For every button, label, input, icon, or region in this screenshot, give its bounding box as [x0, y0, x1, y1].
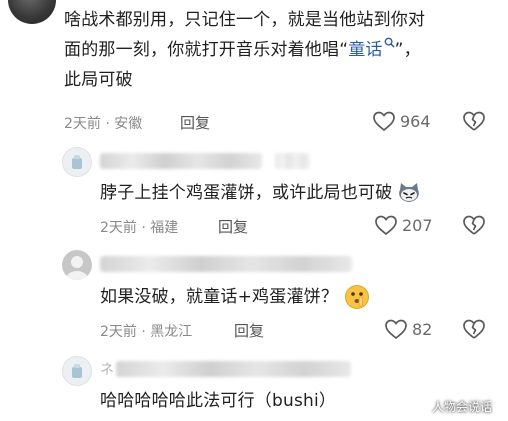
search-link-label: 童话 — [348, 40, 383, 60]
like-button[interactable]: 964 — [372, 110, 431, 132]
like-count: 964 — [400, 111, 431, 131]
like-count: 207 — [402, 215, 433, 235]
comment-line-text: ”， — [394, 40, 421, 60]
shush-emoji-icon — [345, 285, 370, 309]
heart-icon — [385, 319, 407, 340]
broken-heart-icon[interactable] — [462, 318, 486, 340]
cat-emoji-icon — [399, 183, 420, 202]
default-user-icon — [66, 256, 88, 280]
like-button[interactable]: 207 — [374, 214, 433, 236]
username-redacted — [275, 153, 310, 169]
heart-icon — [373, 111, 395, 132]
reply-button[interactable]: 回复 — [180, 112, 210, 133]
username-redacted[interactable] — [116, 361, 351, 377]
username-redacted[interactable] — [100, 256, 352, 272]
broken-heart-icon[interactable] — [462, 214, 486, 236]
comment-line: 啥战术都别用，只记住一个，就是当他站到你对 — [64, 10, 426, 30]
search-link[interactable]: 童话 — [348, 37, 395, 60]
avatar-placeholder-icon — [72, 155, 82, 169]
reply-button[interactable]: 回复 — [234, 320, 264, 341]
comment-text: 哈哈哈哈哈此法可行（bushi） — [100, 391, 337, 411]
watermark: 人物会说话 — [432, 400, 493, 414]
comment-text-content: 如果没破，就童话+鸡蛋灌饼？ — [100, 287, 339, 307]
heart-icon — [375, 215, 397, 236]
avatar[interactable] — [62, 356, 92, 386]
username-redacted[interactable] — [100, 153, 262, 169]
avatar[interactable] — [62, 250, 92, 280]
comment-text: 啥战术都别用，只记住一个，就是当他站到你对 面的那一刻，你就打开音乐对着他唱“童… — [64, 5, 504, 95]
comment-meta: 2天前 · 福建 — [100, 220, 179, 236]
avatar[interactable] — [8, 0, 56, 24]
like-count: 82 — [412, 319, 433, 339]
comment-line-text: 面的那一刻，你就打开音乐对着他唱“ — [64, 40, 349, 60]
comment-text-content: 脖子上挂个鸡蛋灌饼，或许此局也可破 — [100, 183, 393, 203]
reply-button[interactable]: 回复 — [218, 216, 248, 237]
comment-text: 脖子上挂个鸡蛋灌饼，或许此局也可破 — [100, 178, 422, 208]
search-icon — [384, 37, 395, 48]
comment-line: 面的那一刻，你就打开音乐对着他唱“童话 ”， — [64, 35, 504, 65]
avatar-placeholder-icon — [72, 364, 82, 378]
username-prefix: ネ — [100, 362, 114, 378]
comment-meta: 2天前 · 安徽 — [64, 116, 143, 132]
avatar[interactable] — [62, 147, 92, 177]
comment-text: 如果没破，就童话+鸡蛋灌饼？ — [100, 282, 370, 312]
like-button[interactable]: 82 — [384, 318, 432, 340]
comment-meta: 2天前 · 黑龙江 — [100, 324, 193, 340]
broken-heart-icon[interactable] — [462, 110, 486, 132]
comment-line: 此局可破 — [64, 70, 133, 90]
